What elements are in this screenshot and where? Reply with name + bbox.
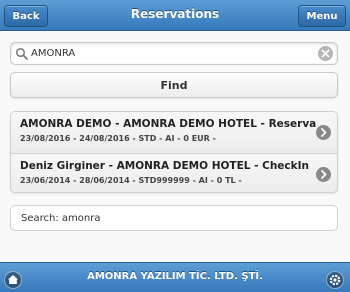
results-list: AMONRA DEMO - AMONRA DEMO HOTEL - Reserv… [10,111,338,193]
header-bar: Back Reservations Menu [0,0,350,31]
list-item[interactable]: AMONRA DEMO - AMONRA DEMO HOTEL - Reserv… [11,112,337,153]
search-bar [10,42,338,65]
search-summary: Search: amonra [10,205,338,231]
list-item-subtitle: 23/06/2014 - 28/06/2014 - STD999999 - AI… [20,176,242,185]
find-button[interactable]: Find [10,72,338,98]
search-icon [15,47,29,61]
search-input[interactable] [31,45,311,62]
chevron-right-icon [316,125,331,140]
clear-icon[interactable] [318,46,333,61]
menu-button[interactable]: Menu [298,5,346,27]
list-item-subtitle: 23/08/2016 - 24/08/2016 - STD - AI - 0 E… [20,134,216,143]
list-item-title: AMONRA DEMO - AMONRA DEMO HOTEL - Reserv… [20,118,316,130]
footer-bar: AMONRA YAZILIM TİC. LTD. ŞTİ. [0,262,350,292]
list-item[interactable]: Deniz Girginer - AMONRA DEMO HOTEL - Che… [11,153,337,192]
gear-icon[interactable] [326,271,344,289]
list-item-title: Deniz Girginer - AMONRA DEMO HOTEL - Che… [20,160,310,172]
chevron-right-icon [316,167,331,182]
footer-title: AMONRA YAZILIM TİC. LTD. ŞTİ. [87,271,263,282]
